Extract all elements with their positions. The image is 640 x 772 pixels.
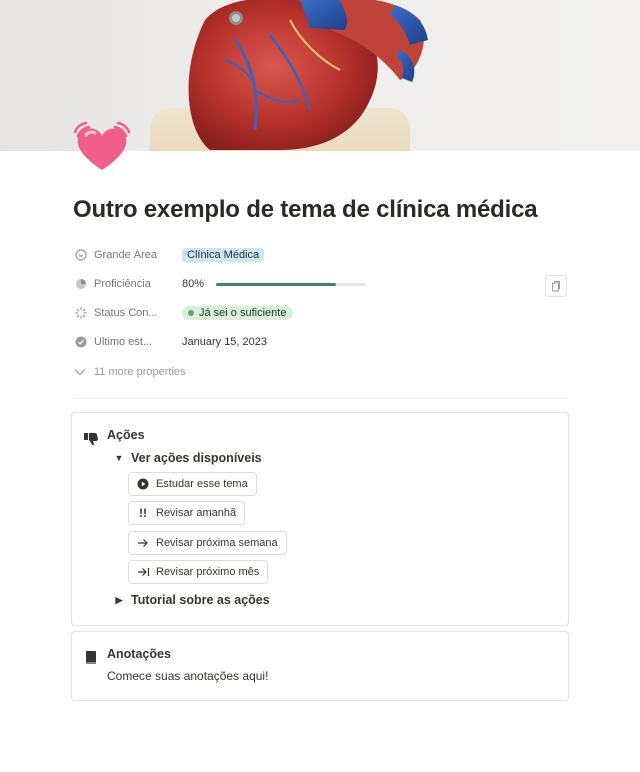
progress-value: 80% xyxy=(182,278,205,290)
progress-bar xyxy=(216,282,367,286)
select-tag[interactable]: Clínica Médica xyxy=(182,248,265,262)
arrow-right-icon xyxy=(136,538,150,548)
pie-icon xyxy=(74,277,88,291)
toggle-label: Ver ações disponíveis xyxy=(131,451,262,465)
divider xyxy=(74,398,568,399)
thumbs-down-icon xyxy=(83,430,99,446)
property-status[interactable]: Status Con... Já sei o suficiente xyxy=(74,302,566,324)
toggle-label: Tutorial sobre as ações xyxy=(131,593,270,607)
notes-callout: Anotações Comece suas anotações aqui! xyxy=(71,631,569,701)
triangle-right-icon[interactable]: ▶ xyxy=(112,595,126,606)
button-label: Estudar esse tema xyxy=(156,478,248,490)
toggle-tutorial[interactable]: ▶ Tutorial sobre as ações xyxy=(112,593,270,607)
more-properties-label: 11 more properties xyxy=(94,366,186,378)
more-properties-toggle[interactable]: 11 more properties xyxy=(74,366,186,378)
date-value: January 15, 2023 xyxy=(182,336,268,348)
property-proficiencia[interactable]: Proficiência 80% xyxy=(74,273,566,295)
review-next-month-button[interactable]: Revisar próximo mês xyxy=(128,560,269,584)
double-exclamation-icon: !! xyxy=(139,506,147,520)
button-label: Revisar amanhã xyxy=(156,507,237,519)
toggle-ver-acoes[interactable]: ▼ Ver ações disponíveis xyxy=(112,451,262,465)
status-dot xyxy=(188,310,194,316)
beating-heart-icon[interactable] xyxy=(72,118,132,178)
callout-title: Anotações xyxy=(107,647,171,661)
study-topic-button[interactable]: Estudar esse tema xyxy=(128,472,257,496)
loading-icon xyxy=(74,306,88,320)
button-label: Revisar próximo mês xyxy=(156,566,260,578)
play-circle-icon xyxy=(136,478,150,490)
review-next-week-button[interactable]: Revisar próxima semana xyxy=(128,531,287,555)
chevron-down-icon xyxy=(74,369,86,376)
page-title[interactable]: Outro exemplo de tema de clínica médica xyxy=(73,196,538,224)
arrow-to-bar-icon xyxy=(136,567,150,577)
property-name: Grande Área xyxy=(94,249,157,261)
property-name: Status Con... xyxy=(94,307,158,319)
button-label: Revisar próxima semana xyxy=(156,537,278,549)
property-grande-area[interactable]: Grande Área Clínica Médica xyxy=(74,244,566,266)
book-icon xyxy=(83,649,99,665)
actions-callout: Ações ▼ Ver ações disponíveis Estudar es… xyxy=(71,412,569,626)
property-name: Último est... xyxy=(94,336,153,348)
check-circle-icon xyxy=(74,335,88,349)
status-label: Já sei o suficiente xyxy=(199,307,287,319)
progress-fill xyxy=(216,282,337,286)
target-icon xyxy=(74,248,88,262)
property-ultimo-estudo[interactable]: Último est... January 15, 2023 xyxy=(74,331,566,353)
status-badge[interactable]: Já sei o suficiente xyxy=(182,306,294,320)
triangle-down-icon[interactable]: ▼ xyxy=(112,453,126,463)
review-tomorrow-button[interactable]: !! Revisar amanhã xyxy=(128,501,246,525)
copy-icon[interactable] xyxy=(545,275,567,297)
property-name: Proficiência xyxy=(94,278,151,290)
callout-title: Ações xyxy=(107,428,145,442)
notes-body[interactable]: Comece suas anotações aqui! xyxy=(107,669,268,683)
